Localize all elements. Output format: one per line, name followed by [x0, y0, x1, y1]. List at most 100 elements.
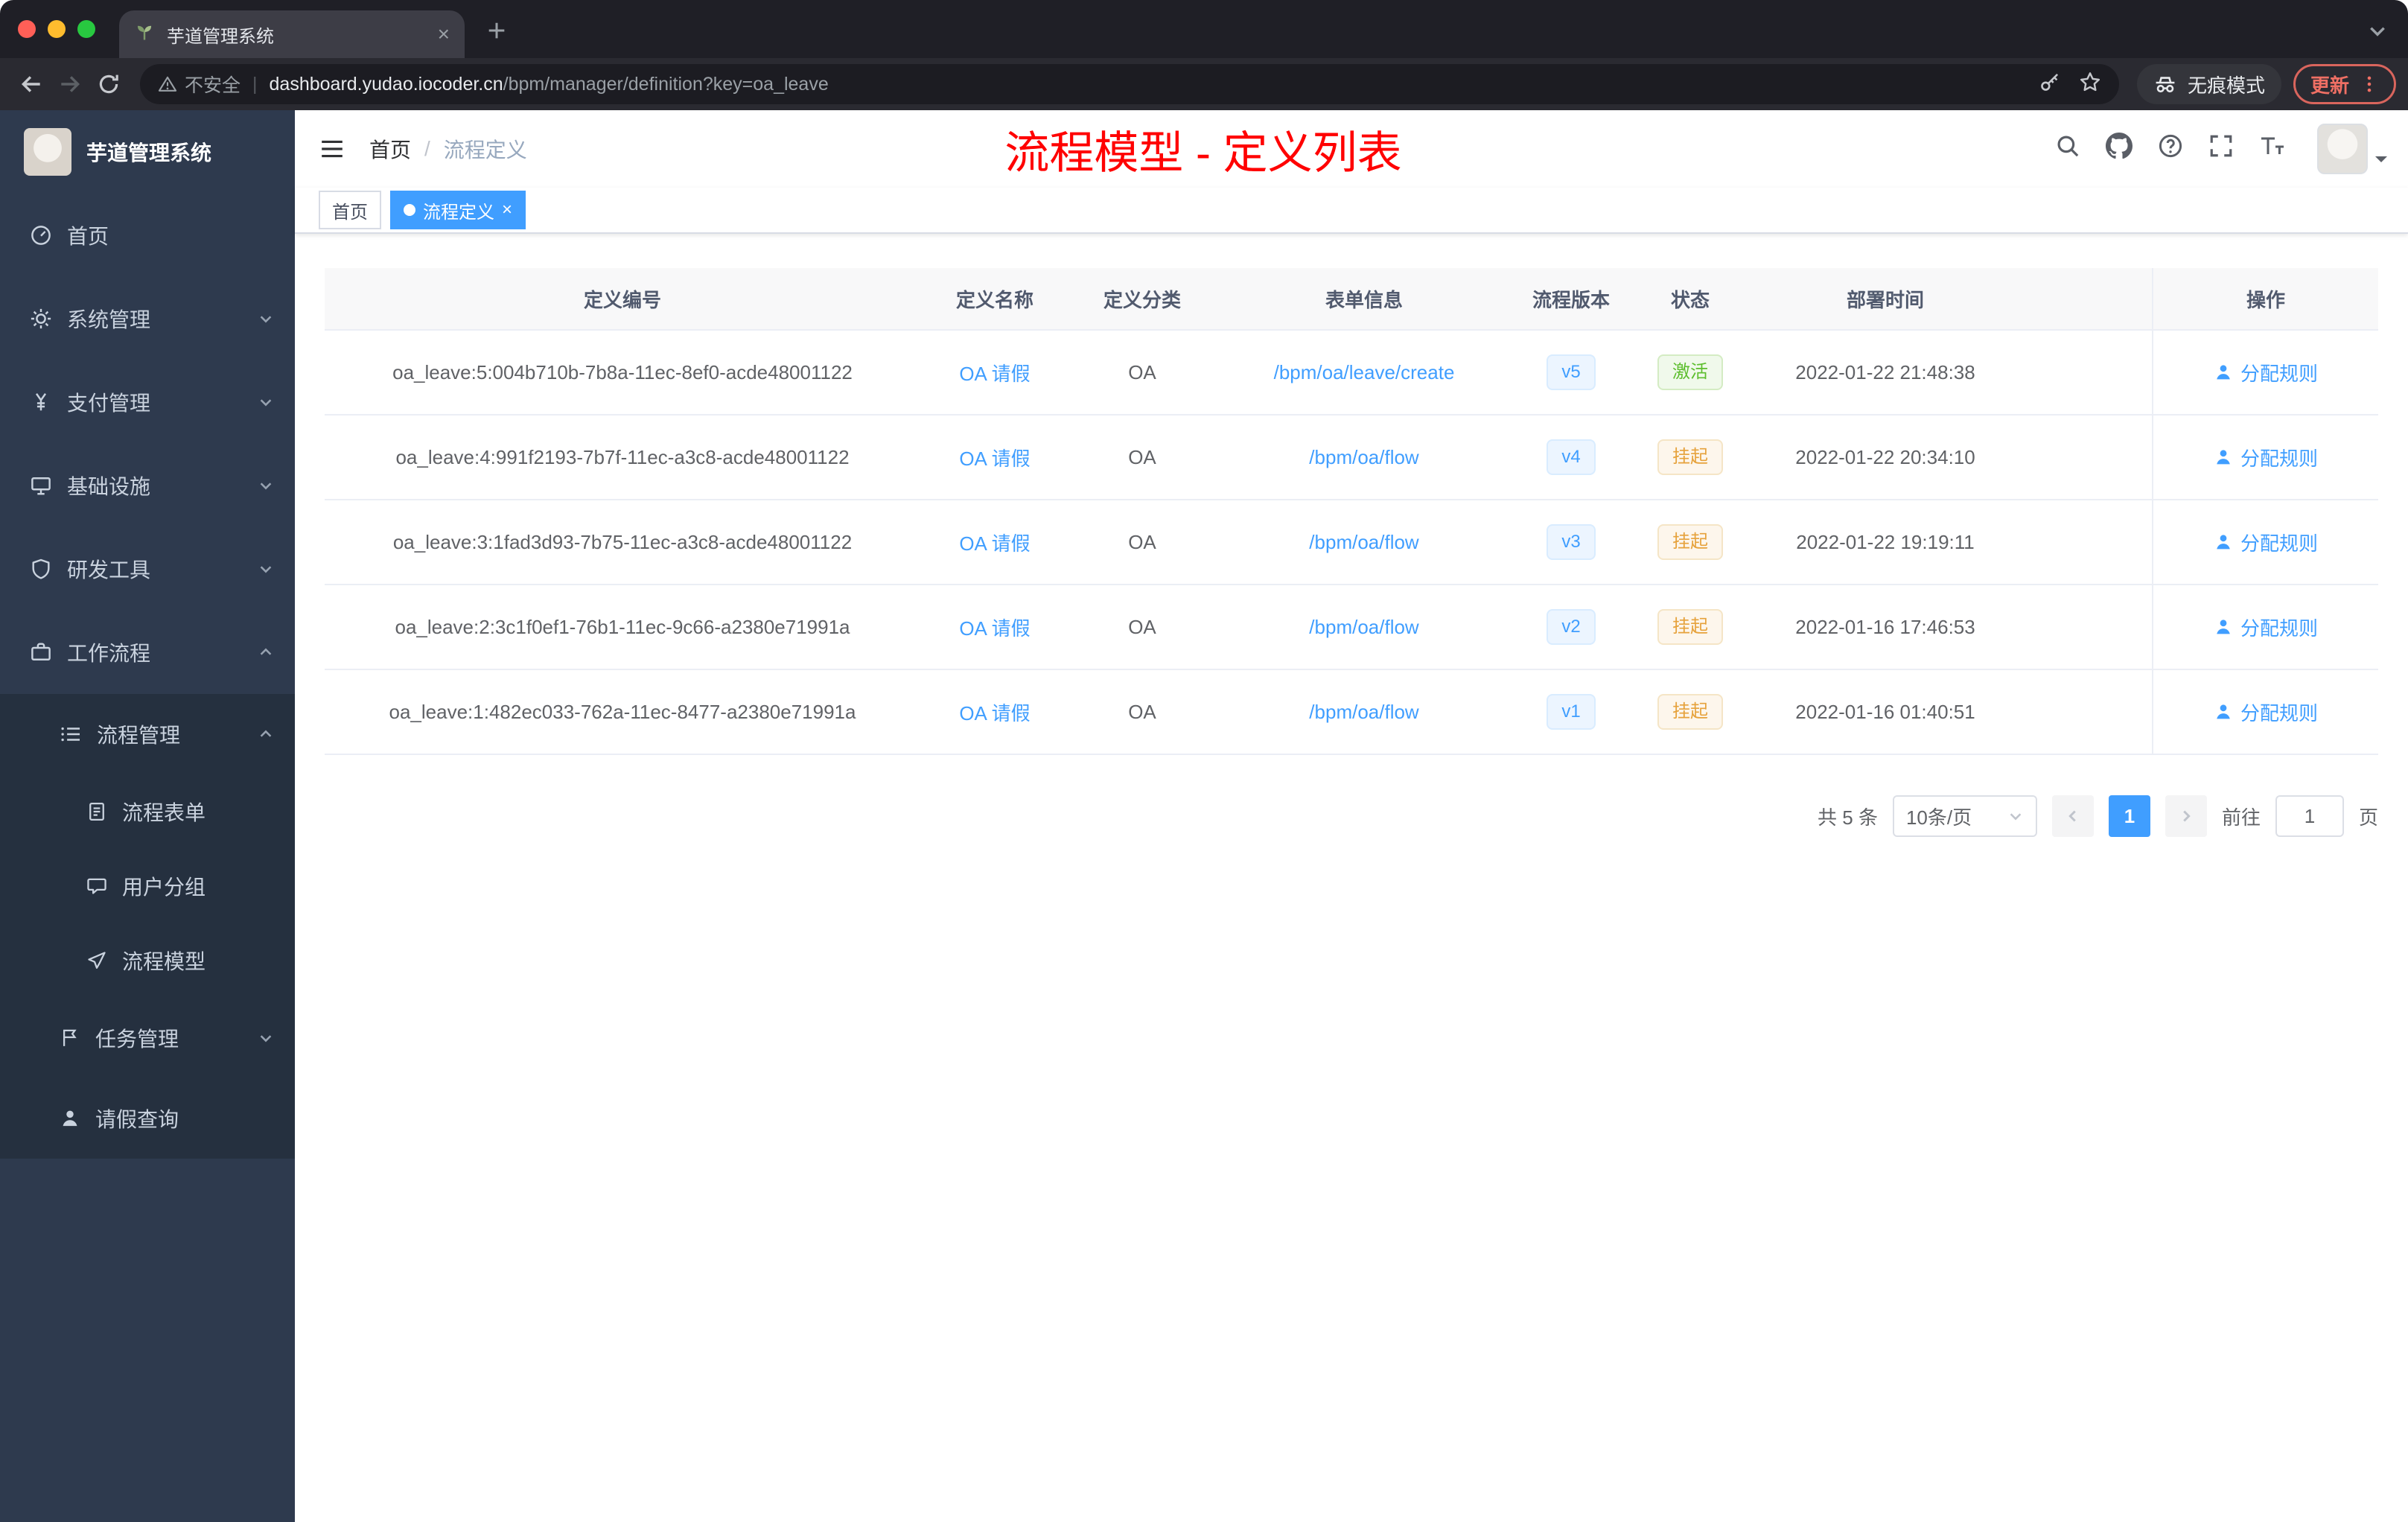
sidebar-item-system[interactable]: 系统管理 — [0, 277, 295, 360]
chevron-down-icon — [260, 316, 272, 323]
browser-toolbar: 不安全 | dashboard.yudao.iocoder.cn/bpm/man… — [0, 58, 2408, 110]
definition-name-link[interactable]: OA 请假 — [959, 614, 1030, 641]
key-icon[interactable] — [2039, 71, 2061, 98]
sidebar-item-leave-query[interactable]: 请假查询 — [0, 1078, 295, 1159]
update-label: 更新 — [2310, 74, 2349, 97]
cell-deploy-time: 2022-01-22 21:48:38 — [1795, 360, 1975, 383]
form-link[interactable]: /bpm/oa/flow — [1309, 531, 1418, 554]
assign-rule-link[interactable]: 分配规则 — [2214, 359, 2318, 386]
monitor-icon — [31, 477, 51, 495]
help-icon[interactable] — [2158, 133, 2183, 165]
form-link[interactable]: /bpm/oa/flow — [1309, 446, 1418, 469]
definition-name-link[interactable]: OA 请假 — [959, 698, 1030, 726]
avatar[interactable] — [2317, 124, 2368, 174]
sidebar-item-workflow[interactable]: 工作流程 — [0, 611, 295, 694]
form-link[interactable]: /bpm/oa/leave/create — [1274, 361, 1455, 384]
chevron-down-icon — [260, 566, 272, 573]
version-tag: v3 — [1547, 524, 1596, 560]
search-icon[interactable] — [2055, 133, 2080, 165]
github-icon[interactable] — [2106, 133, 2133, 165]
window-zoom-button[interactable] — [77, 20, 95, 38]
security-label: 不安全 — [185, 75, 241, 96]
cell-deploy-time: 2022-01-22 20:34:10 — [1795, 445, 1975, 468]
logo-image — [24, 128, 71, 176]
sidebar-item-process-management[interactable]: 流程管理 — [0, 694, 295, 774]
address-bar[interactable]: 不安全 | dashboard.yudao.iocoder.cn/bpm/man… — [140, 64, 2119, 104]
sidebar-item-home[interactable]: 首页 — [0, 194, 295, 277]
chevron-down-icon — [260, 399, 272, 407]
breadcrumb-home[interactable]: 首页 — [369, 134, 411, 164]
content-area: 定义编号 定义名称 定义分类 表单信息 流程版本 状态 部署时间 操作 oa_l… — [295, 234, 2408, 1522]
definition-name-link[interactable]: OA 请假 — [959, 444, 1030, 471]
assign-rule-link[interactable]: 分配规则 — [2214, 698, 2318, 726]
tag-process-definition[interactable]: 流程定义 × — [390, 191, 526, 229]
reload-button[interactable] — [89, 65, 128, 104]
window-close-button[interactable] — [18, 20, 36, 38]
prev-page-button[interactable] — [2051, 795, 2094, 837]
avatar-caret-icon[interactable] — [2375, 156, 2387, 168]
sidebar-item-devtools[interactable]: 研发工具 — [0, 527, 295, 611]
browser-tab[interactable]: 芋道管理系统 × — [119, 10, 465, 58]
flag-icon — [63, 1029, 77, 1046]
window-minimize-button[interactable] — [48, 20, 66, 38]
definition-name-link[interactable]: OA 请假 — [959, 529, 1030, 556]
page-size-select[interactable]: 10条/页 — [1892, 795, 2037, 837]
forward-button[interactable] — [51, 65, 89, 104]
cell-deploy-time: 2022-01-16 17:46:53 — [1795, 615, 1975, 638]
form-link[interactable]: /bpm/oa/flow — [1309, 701, 1418, 724]
tab-close-icon[interactable]: × — [438, 24, 450, 45]
assign-rule-link[interactable]: 分配规则 — [2214, 529, 2318, 556]
goto-page-input[interactable] — [2275, 795, 2344, 837]
gear-icon — [31, 308, 51, 329]
page-1-button[interactable]: 1 — [2108, 795, 2150, 837]
update-button[interactable]: 更新 — [2293, 64, 2396, 104]
tag-close-icon[interactable]: × — [502, 201, 512, 219]
incognito-icon — [2156, 77, 2175, 93]
cell-category: OA — [1128, 700, 1156, 723]
sidebar-item-payment[interactable]: 支付管理 — [0, 360, 295, 444]
chevron-left-icon — [2068, 810, 2076, 822]
sidebar-item-task-management[interactable]: 任务管理 — [0, 998, 295, 1078]
font-size-icon[interactable] — [2259, 133, 2286, 165]
cell-deploy-time: 2022-01-16 01:40:51 — [1795, 700, 1975, 723]
definition-table: 定义编号 定义名称 定义分类 表单信息 流程版本 状态 部署时间 操作 oa_l… — [325, 268, 2378, 755]
next-page-button[interactable] — [2165, 795, 2207, 837]
table-row: oa_leave:4:991f2193-7b7f-11ec-a3c8-acde4… — [325, 415, 2378, 500]
cell-definition-id: oa_leave:4:991f2193-7b7f-11ec-a3c8-acde4… — [395, 445, 850, 468]
new-tab-button[interactable] — [485, 19, 508, 48]
cell-category: OA — [1128, 615, 1156, 638]
cell-category: OA — [1128, 445, 1156, 468]
fullscreen-icon[interactable] — [2208, 133, 2234, 165]
kebab-menu-icon[interactable] — [2360, 74, 2379, 94]
back-button[interactable] — [12, 65, 51, 104]
sidebar-item-user-group[interactable]: 用户分组 — [0, 849, 295, 923]
user-icon — [2217, 535, 2230, 550]
form-link[interactable]: /bpm/oa/flow — [1309, 616, 1418, 639]
breadcrumb-current: 流程定义 — [443, 138, 527, 162]
url-separator: | — [252, 73, 258, 95]
table-row: oa_leave:3:1fad3d93-7b75-11ec-a3c8-acde4… — [325, 500, 2378, 585]
chevron-down-icon — [2010, 813, 2022, 821]
cell-category: OA — [1128, 360, 1156, 383]
pagination: 共 5 条 10条/页 1 前往 页 — [325, 795, 2378, 837]
table-row: oa_leave:2:3c1f0ef1-76b1-11ec-9c66-a2380… — [325, 585, 2378, 670]
sidebar-item-process-model[interactable]: 流程模型 — [0, 923, 295, 998]
pagination-total: 共 5 条 — [1818, 806, 1878, 829]
assign-rule-link[interactable]: 分配规则 — [2214, 444, 2318, 471]
sidebar-item-process-form[interactable]: 流程表单 — [0, 774, 295, 849]
user-icon — [2217, 450, 2230, 465]
hamburger-button[interactable] — [295, 136, 369, 162]
version-tag: v4 — [1547, 439, 1596, 475]
cell-definition-id: oa_leave:5:004b710b-7b8a-11ec-8ef0-acde4… — [392, 360, 853, 383]
cell-deploy-time: 2022-01-22 19:19:11 — [1796, 530, 1975, 553]
tag-home[interactable]: 首页 — [319, 191, 381, 229]
tab-title: 芋道管理系统 — [167, 26, 274, 47]
bookmark-star-icon[interactable] — [2079, 71, 2101, 98]
status-badge: 挂起 — [1657, 609, 1723, 645]
assign-rule-link[interactable]: 分配规则 — [2214, 614, 2318, 641]
sidebar-item-infrastructure[interactable]: 基础设施 — [0, 444, 295, 527]
page-title: 流程模型 - 定义列表 — [1004, 127, 1402, 178]
security-chip[interactable]: 不安全 — [158, 71, 241, 98]
definition-name-link[interactable]: OA 请假 — [959, 359, 1030, 386]
tab-search-chevron-icon[interactable] — [2368, 19, 2387, 47]
